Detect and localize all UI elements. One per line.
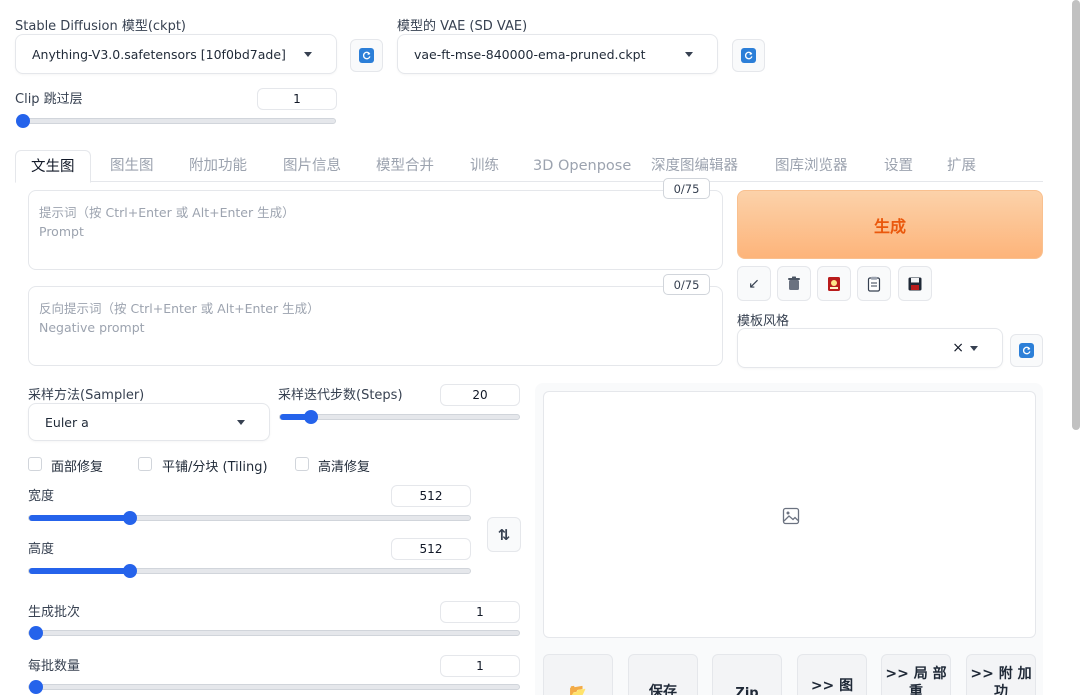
restore-faces-label: 面部修复: [51, 460, 104, 475]
vae-label: 模型的 VAE (SD VAE): [397, 19, 528, 34]
batch-size-input[interactable]: 1: [440, 655, 520, 677]
main-tabs: 文生图 图生图 附加功能 图片信息 模型合并 训练 3D Openpose 深度…: [15, 150, 1043, 183]
vae-refresh-button[interactable]: [732, 39, 765, 72]
slider-thumb[interactable]: [16, 114, 30, 128]
clipboard-icon: [867, 276, 881, 292]
folder-icon: 📂: [569, 684, 587, 695]
height-label: 高度: [28, 542, 55, 557]
tab-extensions[interactable]: 扩展: [947, 150, 976, 182]
tab-txt2img[interactable]: 文生图: [15, 150, 91, 183]
chevron-down-icon: [237, 420, 245, 425]
page-scrollbar[interactable]: [1072, 0, 1080, 430]
chevron-down-icon: [685, 52, 693, 57]
sampler-label: 采样方法(Sampler): [28, 388, 145, 403]
clear-icon[interactable]: ×: [952, 340, 964, 356]
hires-fix-label: 高清修复: [318, 460, 371, 475]
negative-token-counter: 0/75: [663, 274, 710, 295]
tab-image-browser[interactable]: 图库浏览器: [775, 150, 848, 182]
prompt-placeholder-en: Prompt: [39, 224, 84, 239]
generate-button[interactable]: 生成: [737, 190, 1043, 259]
arrow-down-left-icon: ↙: [748, 275, 760, 292]
slider-thumb[interactable]: [123, 511, 138, 525]
send-to-img2img-button[interactable]: >> 图: [797, 654, 867, 695]
sampler-value: Euler a: [45, 414, 89, 430]
refresh-icon: [1019, 343, 1034, 358]
width-input[interactable]: 512: [391, 485, 471, 507]
batch-size-slider[interactable]: [28, 680, 520, 694]
open-folder-button[interactable]: 📂: [543, 654, 613, 695]
ckpt-value: Anything-V3.0.safetensors [10f0bd7ade]: [32, 46, 286, 62]
negative-prompt-input[interactable]: 反向提示词（按 Ctrl+Enter 或 Alt+Enter 生成） Negat…: [28, 286, 723, 366]
ckpt-select[interactable]: Anything-V3.0.safetensors [10f0bd7ade]: [15, 34, 337, 74]
swap-arrows-icon: ⇅: [497, 525, 511, 544]
tiling-checkbox[interactable]: [138, 457, 152, 471]
restore-faces-checkbox[interactable]: [28, 457, 42, 471]
tab-extras[interactable]: 附加功能: [189, 150, 247, 182]
batch-size-label: 每批数量: [28, 659, 81, 674]
send-to-inpaint-button[interactable]: >> 局 部重: [881, 654, 951, 695]
clip-skip-input[interactable]: 1: [257, 88, 337, 110]
swap-dimensions-button[interactable]: ⇅: [487, 517, 521, 552]
extra-networks-button[interactable]: [817, 266, 851, 301]
style-label: 模板风格: [737, 314, 790, 329]
steps-input[interactable]: 20: [440, 384, 520, 406]
chevron-down-icon: [304, 52, 312, 57]
hires-fix-checkbox[interactable]: [295, 457, 309, 471]
width-slider[interactable]: [28, 511, 471, 525]
batch-count-input[interactable]: 1: [440, 601, 520, 623]
clear-prompt-button[interactable]: [777, 266, 811, 301]
slider-thumb[interactable]: [29, 680, 43, 694]
prompt-placeholder: 提示词（按 Ctrl+Enter 或 Alt+Enter 生成）: [39, 205, 295, 220]
prompt-input[interactable]: 提示词（按 Ctrl+Enter 或 Alt+Enter 生成） Prompt: [28, 190, 723, 270]
clip-skip-label: Clip 跳过层: [15, 92, 83, 107]
batch-count-slider[interactable]: [28, 626, 520, 640]
tab-checkpoint-merger[interactable]: 模型合并: [376, 150, 434, 182]
style-refresh-button[interactable]: [1010, 334, 1043, 367]
style-select[interactable]: ×: [737, 328, 1003, 368]
tab-png-info[interactable]: 图片信息: [283, 150, 341, 182]
slider-fill: [29, 515, 131, 521]
slider-thumb[interactable]: [123, 564, 138, 578]
tab-settings[interactable]: 设置: [884, 150, 913, 182]
output-gallery[interactable]: [543, 391, 1036, 638]
vae-select[interactable]: vae-ft-mse-840000-ema-pruned.ckpt: [397, 34, 718, 74]
negative-prompt-placeholder: 反向提示词（按 Ctrl+Enter 或 Alt+Enter 生成）: [39, 301, 320, 316]
height-input[interactable]: 512: [391, 538, 471, 560]
slider-thumb[interactable]: [304, 410, 319, 424]
tab-img2img[interactable]: 图生图: [110, 150, 154, 182]
save-style-button[interactable]: [898, 266, 932, 301]
chevron-down-icon: [970, 346, 978, 351]
apply-style-button[interactable]: [857, 266, 891, 301]
width-label: 宽度: [28, 489, 55, 504]
slider-thumb[interactable]: [29, 626, 43, 640]
clip-skip-slider[interactable]: [16, 114, 336, 128]
trash-icon: [788, 276, 800, 290]
send-to-extras-button[interactable]: >> 附 加功: [966, 654, 1036, 695]
card-icon: [828, 276, 840, 291]
negative-prompt-placeholder-en: Negative prompt: [39, 320, 145, 335]
sampler-select[interactable]: Euler a: [28, 403, 270, 441]
steps-label: 采样迭代步数(Steps): [278, 388, 403, 403]
save-button[interactable]: 保存: [628, 654, 698, 695]
slider-fill: [29, 568, 131, 574]
refresh-icon: [359, 48, 374, 63]
batch-count-label: 生成批次: [28, 605, 81, 620]
zip-button[interactable]: Zip: [712, 654, 782, 695]
tiling-label: 平铺/分块 (Tiling): [162, 460, 268, 475]
floppy-disk-icon: [908, 277, 922, 290]
ckpt-label: Stable Diffusion 模型(ckpt): [15, 19, 187, 34]
read-params-button[interactable]: ↙: [737, 266, 771, 301]
vae-value: vae-ft-mse-840000-ema-pruned.ckpt: [414, 46, 646, 62]
height-slider[interactable]: [28, 564, 471, 578]
tab-openpose[interactable]: 3D Openpose: [533, 150, 631, 182]
prompt-token-counter: 0/75: [663, 178, 710, 199]
tab-train[interactable]: 训练: [470, 150, 499, 182]
refresh-icon: [741, 48, 756, 63]
steps-slider[interactable]: [279, 410, 520, 424]
image-icon: [782, 507, 800, 525]
ckpt-refresh-button[interactable]: [350, 39, 383, 72]
